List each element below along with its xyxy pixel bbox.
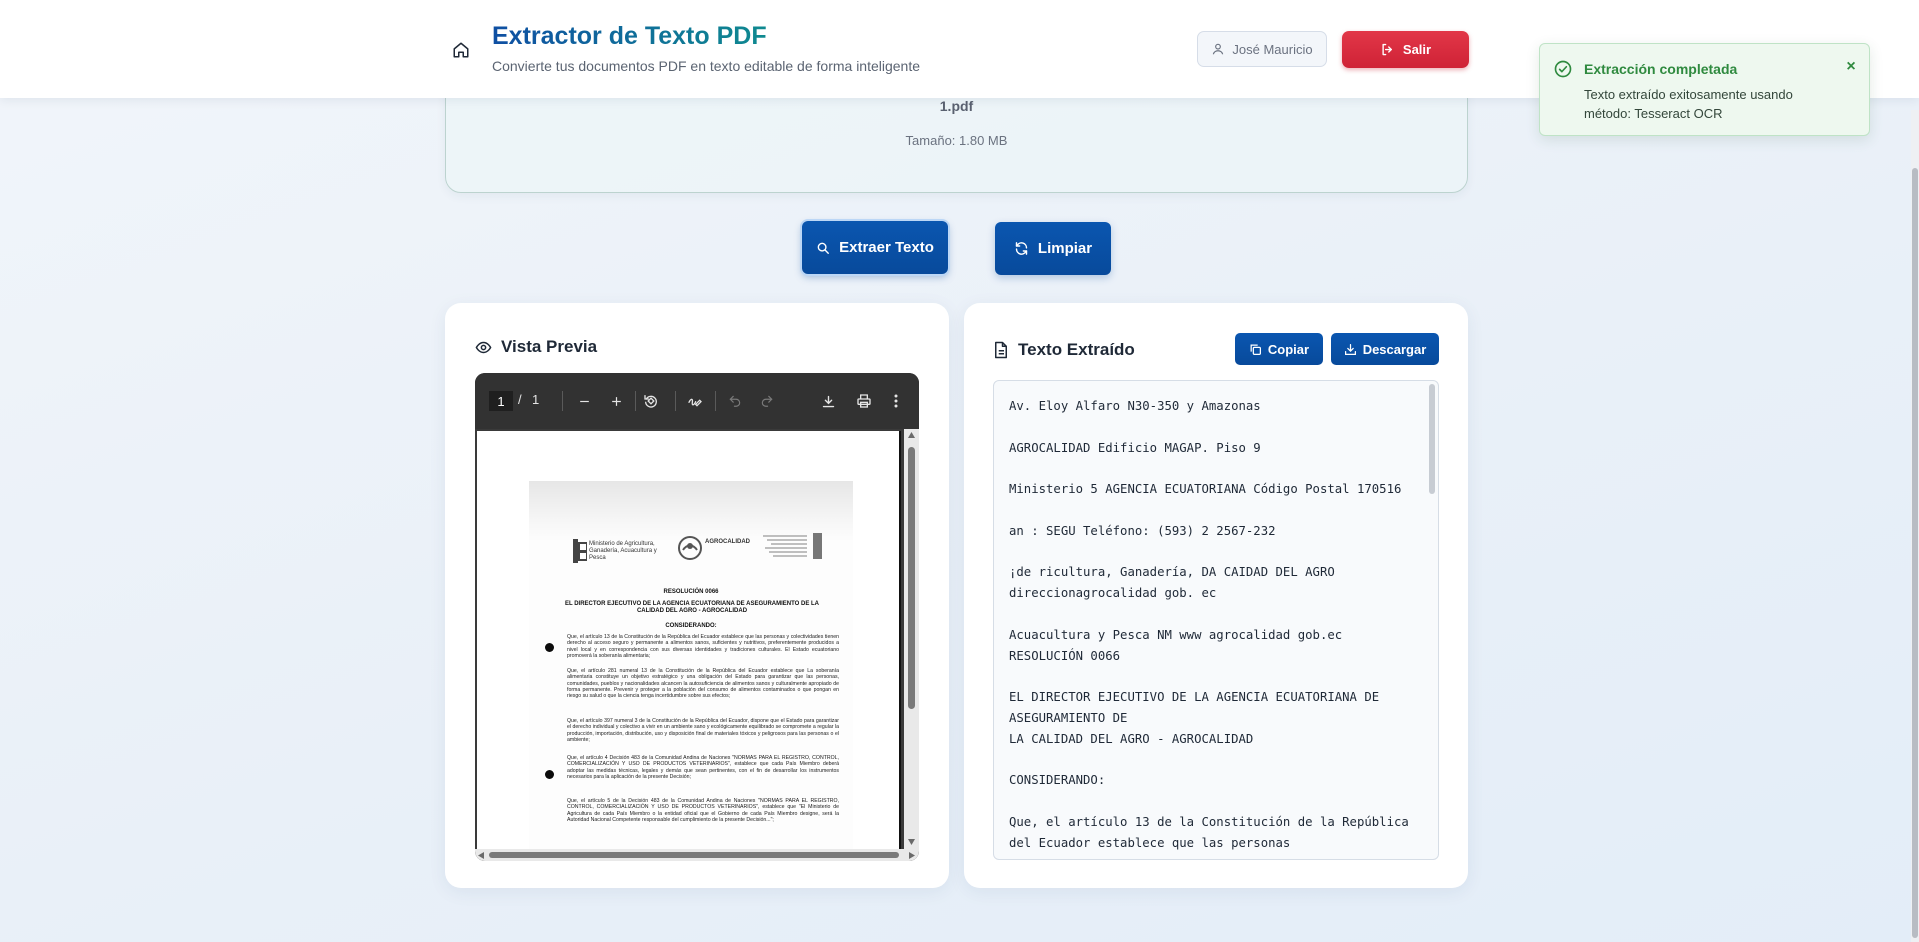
copy-button[interactable]: Copiar (1235, 333, 1323, 365)
logout-label: Salir (1402, 42, 1432, 57)
preview-title: Vista Previa (475, 337, 597, 357)
rotate-button[interactable] (641, 392, 661, 410)
extracted-text-area[interactable]: Av. Eloy Alfaro N30-350 y Amazonas AGROC… (993, 380, 1439, 860)
home-icon (453, 42, 469, 58)
toolbar-divider (635, 391, 636, 411)
document-considering: CONSIDERANDO: (665, 623, 717, 629)
toolbar-divider (715, 391, 716, 411)
agency-address-block (763, 533, 822, 559)
scanned-document: Ministerio de Agricultura, Ganadería, Ac… (529, 481, 853, 851)
download-pdf-button[interactable] (819, 392, 837, 410)
draw-icon (688, 398, 702, 407)
ministry-logo-text: Ministerio de Agricultura, Ganadería, Ac… (589, 541, 657, 561)
extracted-text-title: Texto Extraído (993, 340, 1135, 360)
zoom-out-button[interactable] (575, 392, 593, 410)
more-icon (894, 394, 898, 408)
logout-icon (1382, 43, 1392, 56)
refresh-icon (1015, 242, 1028, 255)
home-button[interactable] (448, 37, 474, 63)
redo-icon (761, 395, 773, 407)
toolbar-divider (562, 391, 563, 411)
extract-text-label: Extraer Texto (839, 239, 934, 256)
pdf-page: Ministerio de Agricultura, Ganadería, Ac… (477, 431, 901, 851)
document-paragraph: Que, el artículo 397 numeral 3 de la Con… (567, 718, 839, 743)
toast-title: Extracción completada (1584, 61, 1738, 77)
success-toast: Extracción completada Texto extraído exi… (1539, 43, 1870, 136)
print-icon (857, 394, 871, 408)
pdf-vertical-scrollbar-thumb[interactable] (908, 447, 915, 709)
check-circle-icon (1554, 60, 1572, 78)
pdf-page-area[interactable]: Ministerio de Agricultura, Ganadería, Ac… (475, 429, 919, 861)
ministry-logo (573, 539, 587, 563)
agency-logo (678, 536, 702, 560)
pdf-horizontal-scrollbar[interactable] (475, 849, 919, 861)
user-name: José Mauricio (1232, 41, 1313, 57)
draw-button[interactable] (685, 392, 705, 410)
page-scrollbar[interactable] (1911, 110, 1919, 942)
print-button[interactable] (855, 392, 873, 410)
page-total: 1 (532, 392, 540, 407)
page-number-input[interactable]: 1 (489, 391, 513, 411)
rotate-icon (644, 395, 657, 408)
scroll-left-icon[interactable] (478, 852, 484, 859)
download-text-button[interactable]: Descargar (1331, 333, 1439, 365)
document-heading: EL DIRECTOR EJECUTIVO DE LA AGENCIA ECUA… (564, 601, 820, 614)
punch-hole (545, 643, 554, 652)
pdf-vertical-scrollbar[interactable] (904, 429, 919, 849)
page-scrollbar-thumb[interactable] (1912, 168, 1918, 938)
extracted-text-title-text: Texto Extraído (1018, 340, 1135, 359)
redo-button[interactable] (759, 392, 775, 410)
page-separator: / (518, 392, 522, 407)
user-icon (1213, 43, 1224, 55)
pdf-toolbar: 1 / 1 (475, 373, 919, 429)
scroll-down-icon[interactable] (908, 839, 915, 845)
document-icon (995, 341, 1007, 359)
clear-button[interactable]: Limpiar (995, 222, 1111, 275)
pdf-viewer: 1 / 1 Ministerio de Agricultura, Ganader… (475, 373, 919, 861)
clear-label: Limpiar (1037, 240, 1093, 257)
text-scrollbar-thumb[interactable] (1429, 384, 1435, 494)
more-options-button[interactable] (891, 392, 901, 410)
app-subtitle: Convierte tus documentos PDF en texto ed… (492, 58, 921, 74)
search-icon (817, 242, 830, 254)
download-label: Descargar (1362, 341, 1427, 357)
extracted-text-panel: Texto Extraído Copiar Descargar Av. Eloy… (964, 303, 1468, 888)
document-paragraph: Que, el artículo 13 de la Constitución d… (567, 634, 839, 659)
copy-icon (1250, 344, 1261, 355)
file-name: 1.pdf (939, 98, 974, 114)
output-actions: Copiar Descargar (1235, 333, 1439, 365)
document-title: RESOLUCIÓN 0066 (663, 589, 719, 595)
agency-logo-text: AGROCALIDAD (705, 539, 750, 545)
undo-icon (729, 395, 741, 407)
logout-button[interactable]: Salir (1342, 31, 1469, 68)
preview-title-text: Vista Previa (501, 337, 598, 356)
zoom-out-icon (579, 400, 589, 402)
undo-button[interactable] (727, 392, 743, 410)
punch-hole (545, 770, 554, 779)
text-scrollbar[interactable] (1428, 382, 1437, 859)
copy-label: Copiar (1267, 341, 1310, 357)
extract-text-button[interactable]: Extraer Texto (802, 221, 948, 274)
close-icon[interactable]: × (1842, 58, 1860, 76)
document-paragraph: Que, el artículo 5 de la Decisión 483 de… (567, 798, 839, 823)
pdf-horizontal-scrollbar-thumb[interactable] (489, 852, 899, 858)
download-icon (822, 395, 834, 407)
user-chip[interactable]: José Mauricio (1197, 31, 1327, 67)
scroll-up-icon[interactable] (908, 432, 915, 438)
scroll-right-icon[interactable] (909, 852, 915, 859)
document-paragraph: Que, el artículo 4 Decisión 483 de la Co… (567, 755, 839, 780)
toolbar-divider (675, 391, 676, 411)
extracted-text-content: Av. Eloy Alfaro N30-350 y Amazonas AGROC… (1009, 399, 1409, 859)
file-size: Tamaño: 1.80 MB (905, 133, 1008, 148)
eye-icon (475, 341, 492, 353)
download-icon (1344, 343, 1356, 355)
zoom-in-button[interactable] (607, 392, 625, 410)
zoom-in-icon (611, 396, 621, 406)
scan-shadow (529, 481, 853, 541)
app-title: Extractor de Texto PDF (492, 22, 767, 50)
preview-panel: Vista Previa 1 / 1 Ministerio de Agricul… (445, 303, 949, 888)
toast-message: Texto extraído exitosamente usando métod… (1584, 87, 1793, 121)
document-paragraph: Que, el artículo 281 numeral 13 de la Co… (567, 668, 839, 700)
